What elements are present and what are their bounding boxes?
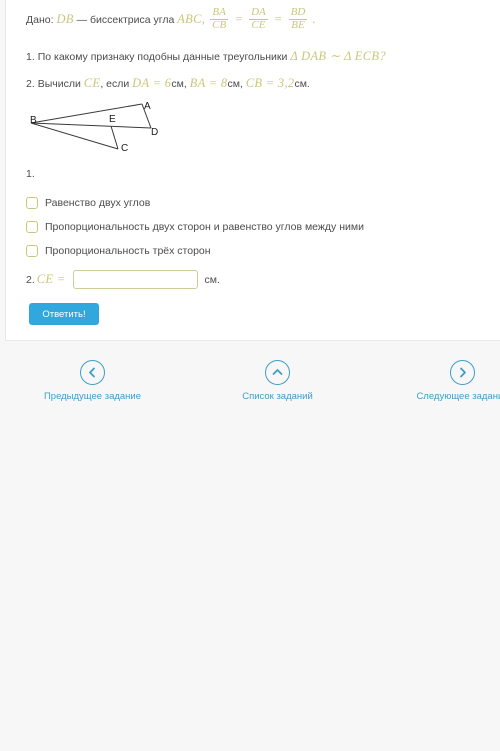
footer-navigation: Предыдущее задание Список заданий Следую… [0, 360, 500, 410]
segment-BD [30, 122, 152, 129]
answer-part-2: 2. CE = см. [26, 270, 220, 289]
figure-label-C: C [121, 143, 129, 154]
given-period: . [312, 12, 316, 27]
answer-part-2-number: 2. [26, 273, 35, 286]
fraction-bd-be: BD BE [288, 6, 308, 32]
fraction-denominator: CB [210, 18, 229, 31]
chevron-up-icon[interactable] [265, 360, 290, 385]
option-row-3[interactable]: Пропорциональность трёх сторон [26, 240, 364, 261]
question-2-text-if: , если [100, 78, 130, 90]
nav-next-task[interactable]: Следующее задание [370, 360, 500, 402]
nav-previous-task[interactable]: Предыдущее задание [0, 360, 185, 402]
fraction-ba-cb: BA CB [210, 6, 229, 32]
given-text: биссектриса угла [90, 14, 175, 27]
fraction-denominator: CE [249, 18, 268, 32]
figure-label-E: E [109, 114, 116, 125]
segment-BA [30, 103, 143, 124]
option-label: Пропорциональность двух сторон и равенст… [45, 220, 364, 233]
equals-sign-1: = [235, 12, 243, 27]
option-row-1[interactable]: Равенство двух углов [26, 192, 364, 213]
question-2-ce: CE [83, 76, 101, 90]
fraction-numerator: DA [251, 6, 266, 18]
nav-previous-label: Предыдущее задание [43, 391, 142, 402]
given-db: DB [56, 12, 74, 27]
page-root: Дано: DB — биссектриса угла ABC, BA CB =… [0, 0, 500, 751]
equals-sign-2: = [274, 12, 282, 27]
option-label: Пропорциональность трёх сторон [45, 244, 211, 257]
figure-label-B: B [30, 115, 37, 126]
segment-BC [30, 122, 119, 150]
question-2-unit-2: см, [227, 78, 243, 90]
option-label: Равенство двух углов [45, 196, 151, 209]
segment-CE [110, 125, 119, 150]
fraction-numerator: BD [290, 6, 306, 18]
checkbox-icon[interactable] [26, 244, 38, 257]
question-2: 2. Вычисли CE, если DA = 6см, BA = 8см, … [26, 76, 310, 91]
question-1-number: 1. [26, 51, 35, 63]
question-2-da: DA = 6 [132, 76, 172, 90]
question-1: 1. По какому признаку подобны данные тре… [26, 48, 386, 64]
figure-label-D: D [151, 127, 159, 138]
figure-label-A: A [144, 101, 151, 112]
question-2-ba: BA = 8 [189, 76, 228, 90]
given-abc: ABC, [177, 12, 206, 27]
answer-unit: см. [204, 273, 220, 286]
checkbox-icon[interactable] [26, 220, 38, 233]
question-2-unit-1: см, [171, 78, 187, 90]
option-row-2[interactable]: Пропорциональность двух сторон и равенст… [26, 216, 364, 237]
question-2-number: 2. [26, 78, 35, 90]
question-1-text: По какому признаку подобны данные треуго… [37, 51, 288, 63]
fraction-da-ce: DA CE [249, 6, 268, 32]
answer-input[interactable] [72, 270, 198, 289]
submit-button[interactable]: Ответить! [29, 303, 99, 325]
answer-part-1-label: 1. [26, 168, 35, 180]
given-dash: — [76, 14, 88, 27]
chevron-left-icon[interactable] [80, 360, 105, 385]
fraction-denominator: BE [288, 18, 308, 32]
answer-part-2-math: CE = [36, 272, 66, 286]
question-2-cb: CB = 3,2 [245, 76, 295, 90]
given-prefix: Дано: [26, 14, 54, 27]
chevron-right-icon[interactable] [450, 360, 475, 385]
nav-next-label: Следующее задание [416, 391, 500, 402]
question-2-text-before: Вычисли [37, 78, 81, 90]
checkbox-icon[interactable] [26, 196, 38, 209]
given-statement: Дано: DB — биссектриса угла ABC, BA CB =… [26, 6, 316, 33]
fraction-numerator: BA [212, 6, 226, 18]
options-list: Равенство двух углов Пропорциональность … [26, 192, 364, 264]
question-2-unit-3: см. [294, 78, 310, 90]
question-1-math: Δ DAB ∼ Δ ECB? [290, 49, 386, 63]
task-card: Дано: DB — биссектриса угла ABC, BA CB =… [5, 0, 500, 341]
geometry-figure: B A D E C [20, 96, 180, 162]
nav-task-list[interactable]: Список заданий [185, 360, 370, 402]
nav-task-list-label: Список заданий [242, 391, 313, 402]
